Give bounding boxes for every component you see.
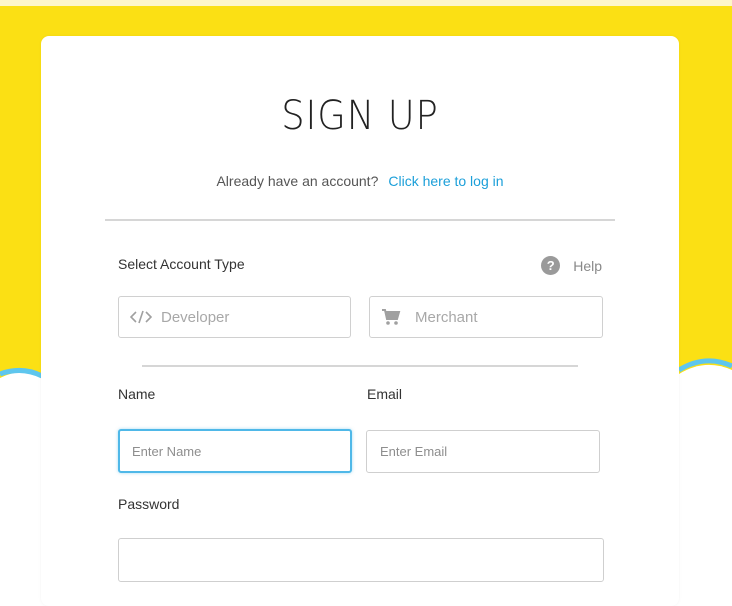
background-top-strip [0, 0, 732, 6]
password-label: Password [118, 496, 180, 512]
code-icon [130, 310, 152, 324]
email-label: Email [367, 386, 403, 402]
help-button[interactable]: ? Help [541, 256, 602, 275]
cart-icon [381, 308, 401, 326]
merchant-option-button[interactable]: Merchant [369, 296, 603, 338]
signup-card: SIGN UP Already have an account? Click he… [41, 36, 679, 606]
developer-option-button[interactable]: Developer [118, 296, 351, 338]
help-icon: ? [541, 256, 561, 275]
page-title: SIGN UP [281, 93, 439, 139]
divider [142, 365, 578, 367]
name-label: Name [118, 386, 156, 402]
help-label: Help [573, 257, 602, 274]
login-link[interactable]: Click here to log in [388, 173, 503, 189]
account-type-label: Select Account Type [118, 256, 245, 272]
login-row: Already have an account? Click here to lo… [41, 173, 679, 189]
developer-option-label: Developer [161, 308, 230, 326]
divider [105, 219, 615, 221]
email-input[interactable] [366, 430, 600, 473]
password-input[interactable] [118, 538, 604, 582]
login-prompt: Already have an account? [216, 173, 379, 189]
merchant-option-label: Merchant [415, 308, 478, 326]
name-input[interactable] [118, 429, 352, 473]
